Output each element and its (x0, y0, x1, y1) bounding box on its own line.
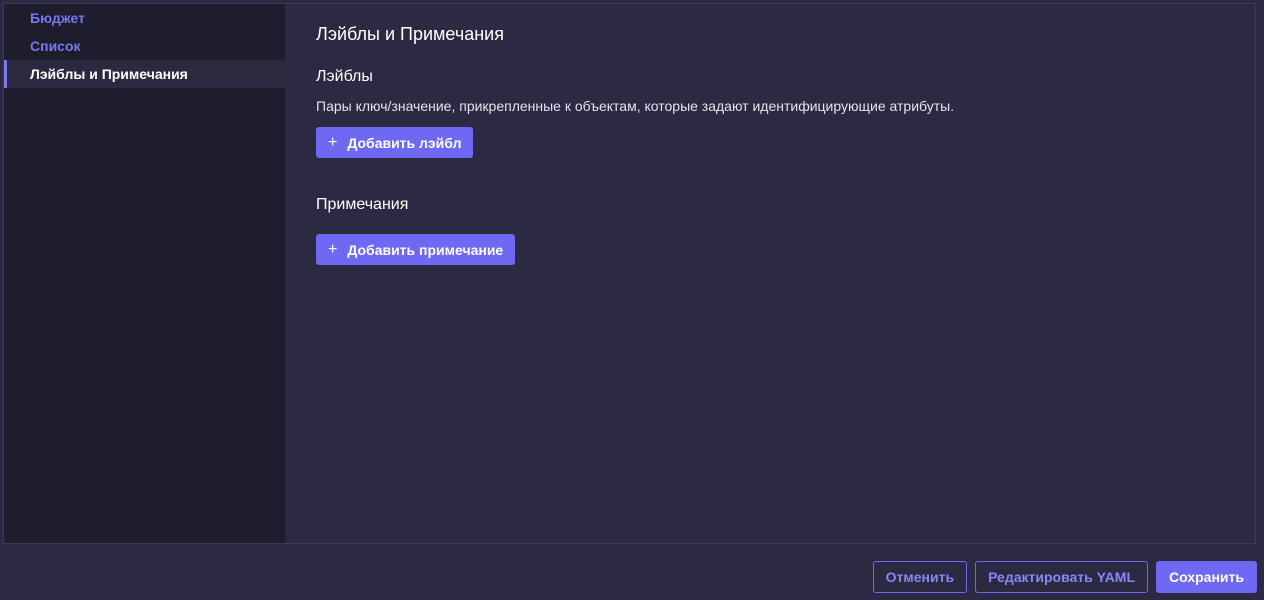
sidebar-item-list[interactable]: Список (4, 32, 285, 60)
labels-heading: Лэйблы (316, 68, 373, 85)
footer-actions: Отменить Редактировать YAML Сохранить (872, 561, 1257, 593)
cancel-button[interactable]: Отменить (872, 561, 968, 593)
add-annotation-button-label: Добавить примечание (347, 241, 504, 258)
plus-icon: + (328, 240, 338, 258)
sidebar-nav: Бюджет Список Лэйблы и Примечания (4, 4, 285, 543)
save-button[interactable]: Сохранить (1156, 561, 1257, 593)
labels-description: Пары ключ/значение, прикрепленные к объе… (316, 98, 955, 114)
editor-panel: Бюджет Список Лэйблы и Примечания Лэйблы… (3, 3, 1256, 544)
add-label-button-label: Добавить лэйбл (347, 134, 462, 151)
plus-icon: + (328, 133, 338, 151)
edit-yaml-button[interactable]: Редактировать YAML (975, 561, 1149, 593)
main-content: Лэйблы и Примечания Лэйблы Пары ключ/зна… (285, 4, 1255, 543)
page-title: Лэйблы и Примечания (316, 24, 504, 44)
sidebar-item-budget[interactable]: Бюджет (4, 4, 285, 32)
add-label-button[interactable]: + Добавить лэйбл (316, 127, 474, 158)
annotations-heading: Примечания (316, 196, 409, 213)
sidebar-item-labels-annotations[interactable]: Лэйблы и Примечания (4, 60, 285, 88)
add-annotation-button[interactable]: + Добавить примечание (316, 234, 516, 265)
